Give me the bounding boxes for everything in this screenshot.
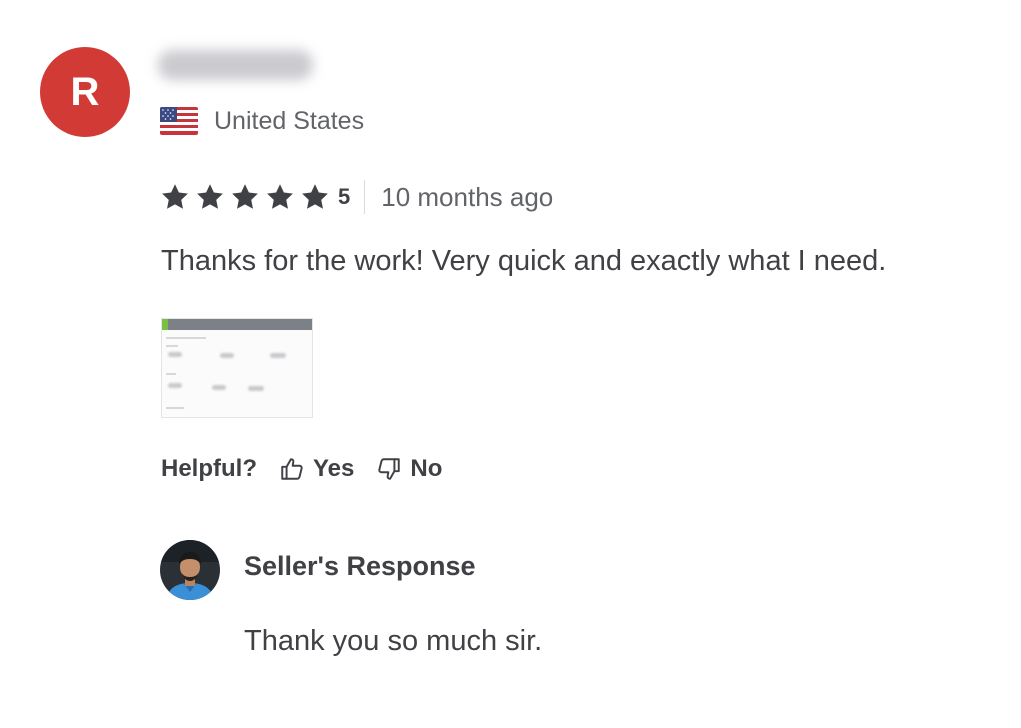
star-icon (302, 184, 328, 209)
rating-value: 5 (338, 184, 351, 209)
reviewer-country: United States (160, 104, 364, 138)
star-icon (232, 184, 258, 209)
helpful-yes-label: Yes (313, 455, 355, 482)
review-card: R United States 5 10 months ago Thanks f… (0, 0, 1021, 728)
reviewer-avatar-initial: R (70, 69, 100, 114)
helpful-row: Helpful? Yes No (161, 451, 464, 487)
review-attachment-thumbnail[interactable] (161, 318, 313, 418)
helpful-no-label: No (410, 455, 443, 482)
star-icon (197, 184, 223, 209)
thumbs-up-icon (281, 458, 303, 480)
star-icon (267, 184, 293, 209)
rating-divider (364, 180, 366, 214)
review-time-ago: 10 months ago (381, 181, 554, 212)
helpful-no-button[interactable]: No (376, 455, 442, 483)
helpful-label: Helpful? (161, 455, 257, 482)
star-rating (160, 182, 335, 212)
seller-response-text: Thank you so much sir. (244, 625, 543, 657)
rating-row: 5 10 months ago (160, 178, 553, 216)
us-flag-icon (160, 107, 198, 135)
review-text: Thanks for the work! Very quick and exac… (161, 245, 887, 277)
star-icon (162, 184, 188, 209)
seller-avatar[interactable] (160, 540, 220, 600)
country-name: United States (214, 106, 365, 135)
reviewer-name[interactable] (158, 50, 313, 80)
attachment-toolbar (162, 319, 312, 330)
helpful-yes-button[interactable]: Yes (279, 455, 354, 483)
seller-response-title: Seller's Response (244, 551, 476, 581)
reviewer-avatar[interactable]: R (40, 47, 130, 137)
thumbs-down-icon (378, 458, 401, 480)
